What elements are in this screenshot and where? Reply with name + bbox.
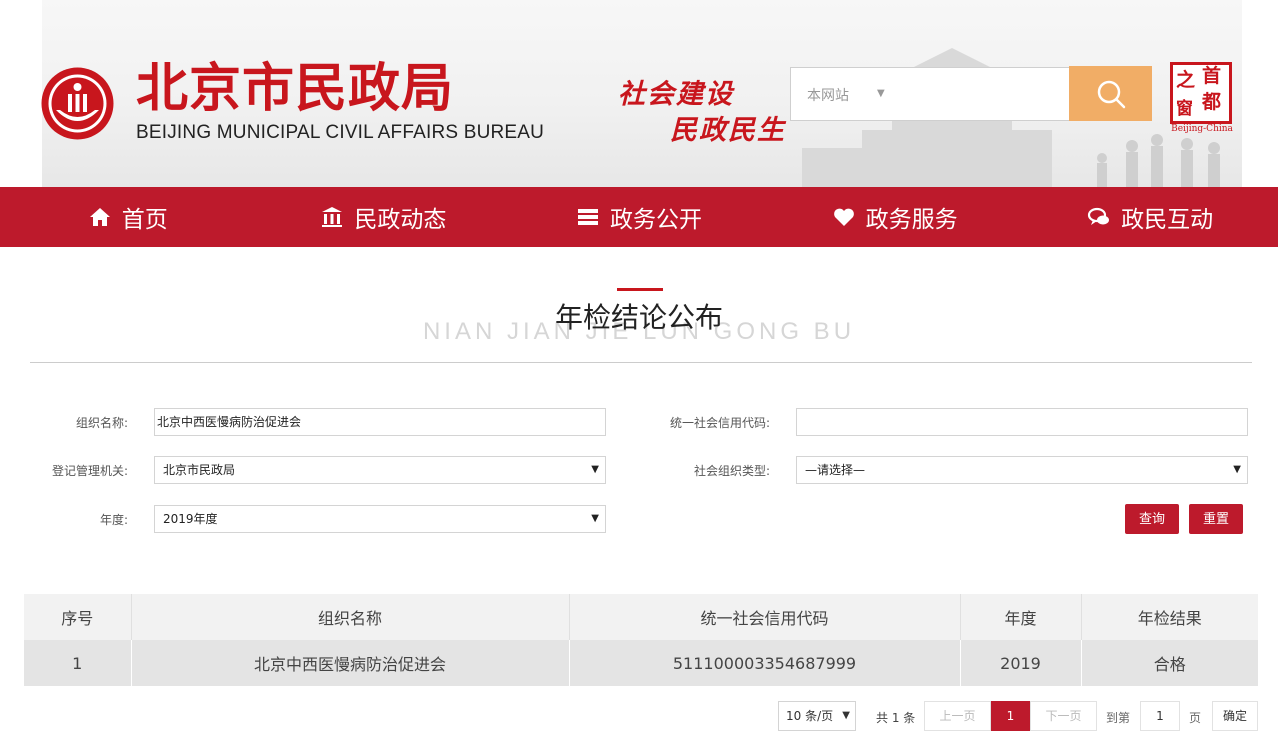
site-logo-chinese[interactable]: 北京市民政局 [136,56,454,122]
search-input[interactable] [901,76,1061,112]
page-size-value: 10 条/页 [786,709,834,723]
nav-item-home[interactable]: 首页 [0,187,256,247]
search-button[interactable] [1069,66,1152,121]
reset-button[interactable]: 重置 [1189,504,1243,534]
search-icon [1097,80,1126,109]
registry-select[interactable]: 北京市民政局 ▼ [154,456,606,484]
nav-label: 首页 [121,207,168,233]
nav-label: 政民互动 [1121,207,1214,233]
civil-affairs-emblem-icon[interactable] [40,66,115,141]
nav-item-public-affairs[interactable]: 政务公开 [511,187,767,247]
prev-page-button[interactable]: 上一页 [924,701,991,731]
col-header-credit-code: 统一社会信用代码 [569,594,961,640]
title-accent-bar [617,288,663,291]
cell-org-name: 北京中西医慢病防治促进会 [131,640,570,686]
caret-down-icon: ▼ [842,710,850,721]
year-select[interactable]: 2019年度 ▼ [154,505,606,533]
col-header-year: 年度 [960,594,1082,640]
cell-result: 合格 [1081,640,1258,686]
org-type-value: —请选择— [805,463,866,477]
caret-down-icon: ▼ [591,513,599,524]
goto-label: 到第 [1106,711,1131,725]
heart-icon [833,208,854,226]
title-divider [30,362,1252,363]
badge-char: 首 [1202,65,1222,87]
page-size-select[interactable]: 10 条/页 ▼ [778,701,856,731]
bank-icon [322,207,343,227]
registry-label: 登记管理机关: [51,464,128,478]
org-name-label: 组织名称: [75,416,128,430]
credit-code-input[interactable] [796,408,1248,436]
search-box: 本网站 ▼ [790,67,1070,121]
cell-year: 2019 [960,640,1082,686]
goto-page-input[interactable]: 1 [1140,701,1180,731]
query-button[interactable]: 查询 [1125,504,1179,534]
chat-icon [1088,207,1110,225]
home-icon [89,208,110,226]
nav-label: 政务公开 [609,207,702,233]
next-page-button[interactable]: 下一页 [1030,701,1097,731]
cell-index: 1 [24,640,132,686]
year-label: 年度: [99,513,128,527]
org-type-label: 社会组织类型: [693,464,770,478]
org-type-select[interactable]: —请选择— ▼ [796,456,1248,484]
nav-label: 民政动态 [354,207,447,233]
capital-window-badge[interactable]: 之 首 窗 都 Beijing-China [1168,62,1236,136]
badge-english: Beijing-China [1171,124,1233,134]
nav-item-services[interactable]: 政务服务 [767,187,1023,247]
slogan-line-2: 民政民生 [670,115,786,146]
badge-char: 之 [1176,69,1196,91]
slogan-line-1: 社会建设 [618,79,734,110]
registry-value: 北京市民政局 [163,463,236,477]
org-name-input[interactable]: 北京中西医慢病防治促进会 [154,408,606,436]
site-header: 北京市民政局 BEIJING MUNICIPAL CIVIL AFFAIRS B… [0,0,1278,187]
search-scope-select[interactable]: 本网站 [807,85,849,105]
table-header-row: 序号 组织名称 统一社会信用代码 年度 年检结果 [24,594,1258,640]
current-page-button[interactable]: 1 [991,701,1030,731]
page-suffix-label: 页 [1189,711,1202,725]
credit-code-label: 统一社会信用代码: [669,416,770,430]
nav-item-news[interactable]: 民政动态 [256,187,512,247]
results-table: 序号 组织名称 统一社会信用代码 年度 年检结果 1 北京中西医慢病防治促进会 … [24,594,1258,686]
caret-down-icon: ▼ [591,464,599,475]
nav-label: 政务服务 [865,207,958,233]
col-header-org-name: 组织名称 [131,594,570,640]
site-logo-english: BEIJING MUNICIPAL CIVIL AFFAIRS BUREAU [136,122,545,143]
caret-down-icon[interactable]: ▼ [877,88,885,99]
col-header-result: 年检结果 [1081,594,1258,640]
main-nav: 首页 民政动态 政务公开 政务服务 政民互动 [0,187,1278,247]
page-title: 年检结论公布 [554,301,723,334]
goto-confirm-button[interactable]: 确定 [1212,701,1258,731]
col-header-index: 序号 [24,594,132,640]
table-row[interactable]: 1 北京中西医慢病防治促进会 511100003354687999 2019 合… [24,640,1258,686]
badge-char: 窗 [1176,99,1193,119]
nav-item-interaction[interactable]: 政民互动 [1022,187,1278,247]
list-icon [577,209,598,225]
caret-down-icon: ▼ [1233,464,1241,475]
total-count: 共 1 条 [876,711,916,725]
year-value: 2019年度 [163,512,218,526]
badge-char: 都 [1202,91,1222,113]
cell-credit-code: 511100003354687999 [569,640,961,686]
